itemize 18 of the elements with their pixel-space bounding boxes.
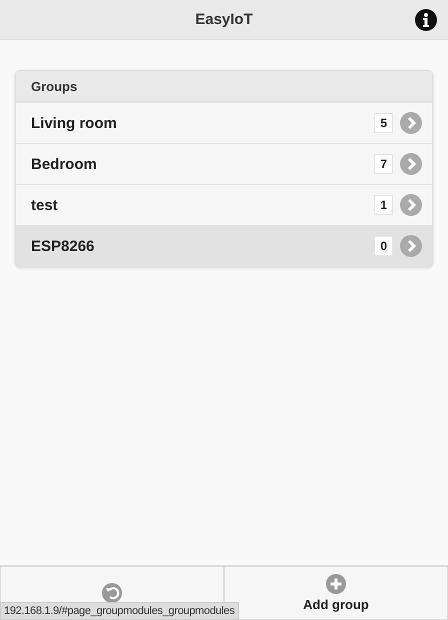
chevron-right-icon	[400, 112, 422, 134]
status-url-tooltip: 192.168.1.9/#page_groupmodules_groupmodules	[0, 602, 239, 620]
group-list-item[interactable]: Bedroom 7	[16, 143, 432, 184]
count-badge: 7	[374, 154, 393, 174]
chevron-right-icon	[400, 153, 422, 175]
count-badge: 0	[374, 236, 393, 256]
plus-icon	[326, 574, 346, 594]
app-title: EasyIoT	[195, 11, 253, 28]
group-list-item[interactable]: ESP8266 0	[16, 225, 432, 266]
count-badge: 5	[374, 113, 393, 133]
count-badge: 1	[374, 195, 393, 215]
info-icon[interactable]	[415, 9, 437, 31]
group-list-item[interactable]: Living room 5	[16, 102, 432, 143]
back-icon	[102, 583, 122, 603]
chevron-right-icon	[400, 194, 422, 216]
chevron-right-icon	[400, 235, 422, 257]
group-list-item[interactable]: test 1	[16, 184, 432, 225]
groups-heading: Groups	[31, 78, 78, 94]
